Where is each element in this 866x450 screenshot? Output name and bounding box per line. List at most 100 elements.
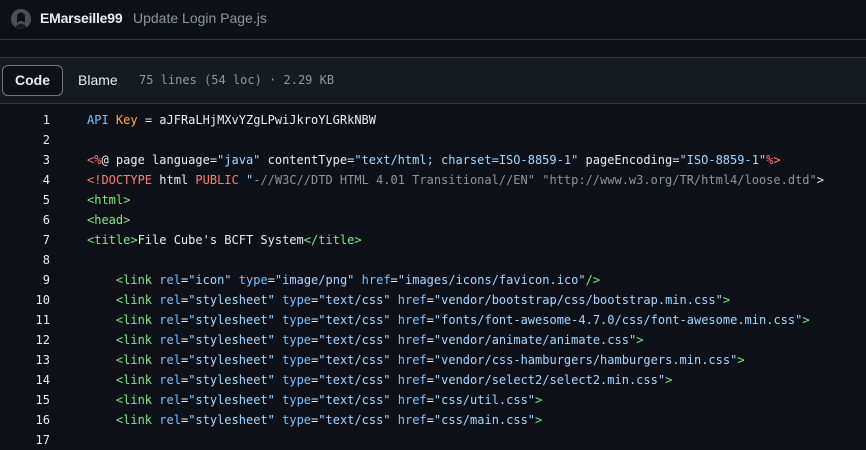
code-token: > (802, 313, 810, 327)
line-number[interactable]: 11 (0, 310, 50, 330)
line-content: <%@ page language="java" contentType="te… (87, 150, 781, 170)
code-token: rel (159, 273, 181, 287)
line-number[interactable]: 12 (0, 330, 50, 350)
line-number[interactable]: 1 (0, 110, 50, 130)
code-token: = aJFRaLHjMXvYZgLPwiJkroYLGRkNBW (137, 113, 377, 127)
code-token: %> (766, 153, 781, 167)
code-token: "vendor/bootstrap/css/bootstrap.min.css" (433, 293, 723, 307)
code-view[interactable]: 1 API Key = aJFRaLHjMXvYZgLPwiJkroYLGRkNB… (0, 110, 866, 450)
code-token: href (397, 313, 427, 327)
line-content: <link rel="stylesheet" type="text/css" h… (87, 350, 745, 370)
line-number[interactable]: 13 (0, 350, 50, 370)
view-toggle: Code Blame (2, 65, 133, 96)
code-token: <link (115, 413, 153, 427)
code-token: "css/main.css" (433, 413, 536, 427)
commit-author-link[interactable]: EMarseille99 (40, 10, 123, 26)
code-token: @ page language= (101, 153, 218, 167)
code-line: 16 <link rel="stylesheet" type="text/css… (0, 410, 866, 430)
commit-message-link[interactable]: Update Login Page.js (133, 10, 267, 26)
code-token: type (238, 273, 268, 287)
code-token: "http://www.w3.org/TR/html4/loose.dtd" (542, 173, 817, 187)
code-line: 4 <!DOCTYPE html PUBLIC "-//W3C//DTD HTML… (0, 170, 866, 190)
code-token: rel (159, 413, 181, 427)
code-line: 6 <head> (0, 210, 866, 230)
code-token: "ISO-8859-1" (679, 153, 767, 167)
code-token: type (282, 393, 312, 407)
code-token: "image/png" (274, 273, 355, 287)
code-token: href (397, 413, 427, 427)
code-token: href (397, 333, 427, 347)
code-token: "java" (217, 153, 261, 167)
code-token: = (426, 373, 434, 387)
code-token: href (397, 373, 427, 387)
code-token: -//W3C//DTD HTML 4.01 Transitional//EN" (253, 173, 535, 187)
code-token: "text/css" (318, 413, 391, 427)
code-token: = (426, 293, 434, 307)
code-token: "icon" (188, 273, 232, 287)
code-token: rel (159, 373, 181, 387)
tab-blame[interactable]: Blame (63, 65, 133, 96)
line-number[interactable]: 14 (0, 370, 50, 390)
code-token: rel (159, 313, 181, 327)
line-content: <html> (87, 190, 130, 210)
code-line: 11 <link rel="stylesheet" type="text/css… (0, 310, 866, 330)
code-line: 7 <title>File Cube's BCFT System</title> (0, 230, 866, 250)
code-line: 1 API Key = aJFRaLHjMXvYZgLPwiJkroYLGRkNB… (0, 110, 866, 130)
code-token: href (397, 393, 427, 407)
line-number[interactable]: 17 (0, 430, 50, 450)
code-token: type (282, 313, 312, 327)
author-avatar[interactable] (11, 9, 31, 29)
code-token: <head> (87, 213, 131, 227)
line-number[interactable]: 4 (0, 170, 50, 190)
code-token: "fonts/font-awesome-4.7.0/css/font-aweso… (433, 313, 803, 327)
code-token: "stylesheet" (188, 373, 275, 387)
line-number[interactable]: 15 (0, 390, 50, 410)
line-number[interactable]: 5 (0, 190, 50, 210)
line-number[interactable]: 9 (0, 270, 50, 290)
code-token: = (390, 273, 398, 287)
code-token: "text/css" (318, 353, 391, 367)
code-token: > (535, 393, 543, 407)
tab-code[interactable]: Code (2, 65, 63, 96)
line-number[interactable]: 2 (0, 130, 50, 150)
line-content: API Key = aJFRaLHjMXvYZgLPwiJkroYLGRkNBW (87, 110, 376, 130)
file-header: Code Blame 75 lines (54 loc) · 2.29 KB (0, 57, 866, 104)
code-line: 3 <%@ page language="java" contentType="t… (0, 150, 866, 170)
line-content: <link rel="stylesheet" type="text/css" h… (87, 390, 542, 410)
code-token: <link (115, 373, 153, 387)
code-token: type (282, 293, 312, 307)
code-token: "stylesheet" (188, 393, 275, 407)
line-number[interactable]: 6 (0, 210, 50, 230)
line-content: <!DOCTYPE html PUBLIC "-//W3C//DTD HTML … (87, 170, 824, 190)
code-token: type (282, 413, 312, 427)
code-token: <title> (87, 233, 138, 247)
line-number[interactable]: 10 (0, 290, 50, 310)
line-number[interactable]: 7 (0, 230, 50, 250)
code-token: = (426, 413, 434, 427)
code-token: <!DOCTYPE (87, 173, 153, 187)
line-content: <link rel="stylesheet" type="text/css" h… (87, 330, 644, 350)
code-token: "stylesheet" (188, 313, 275, 327)
line-number[interactable]: 16 (0, 410, 50, 430)
code-token: <link (115, 313, 153, 327)
code-token: html (152, 173, 196, 187)
code-token: "images/icons/favicon.ico" (397, 273, 586, 287)
code-token: = (267, 273, 275, 287)
code-token: rel (159, 333, 181, 347)
code-token: <link (115, 273, 153, 287)
code-line: 9 <link rel="icon" type="image/png" href… (0, 270, 866, 290)
code-line: 2 (0, 130, 866, 150)
code-token: <link (115, 393, 153, 407)
line-number[interactable]: 3 (0, 150, 50, 170)
line-number[interactable]: 8 (0, 250, 50, 270)
